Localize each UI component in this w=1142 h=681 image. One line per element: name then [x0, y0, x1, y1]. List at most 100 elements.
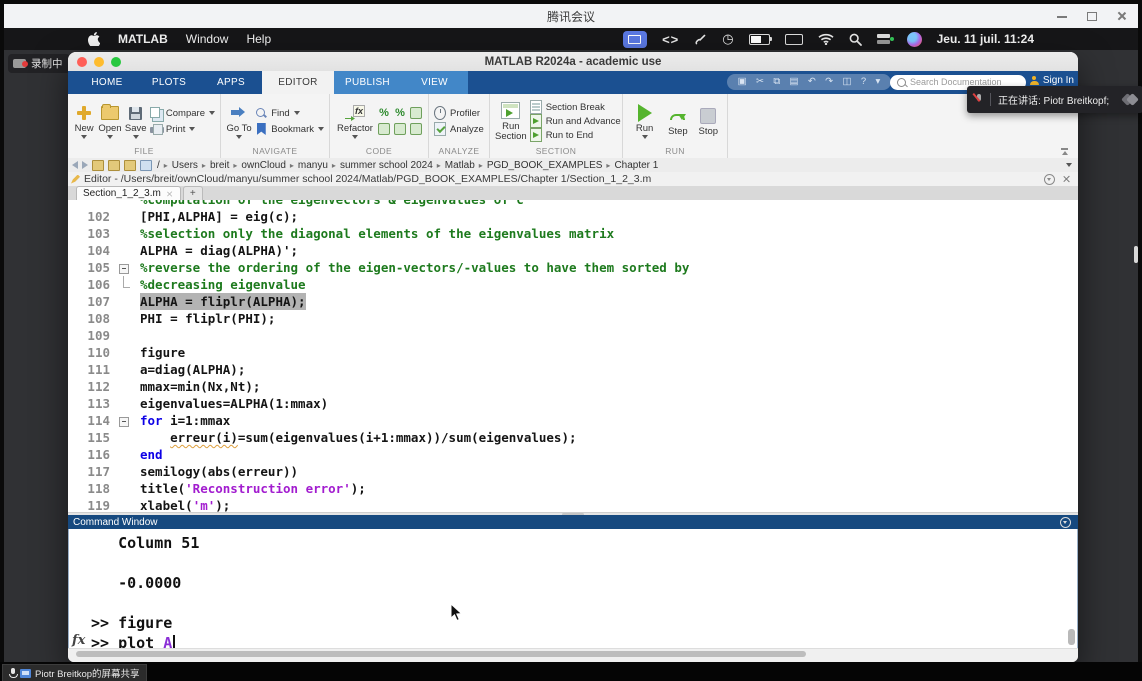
menubar-app-name[interactable]: MATLAB — [118, 32, 168, 46]
goto-button[interactable]: Go To — [226, 103, 252, 139]
code-line[interactable]: 113eigenvalues=ALPHA(1:mmax) — [68, 395, 1078, 412]
smart-indent-icon[interactable] — [378, 123, 390, 135]
comment-wrap-icon[interactable]: % — [394, 107, 406, 119]
code-line[interactable]: 110figure — [68, 344, 1078, 361]
code-line[interactable]: 115 erreur(i)=sum(eigenvalues(i+1:mmax))… — [68, 429, 1078, 446]
screen-sharing-status-icon[interactable] — [623, 31, 647, 48]
breadcrumb-item[interactable]: / — [157, 160, 160, 171]
undo-icon[interactable]: ↶ — [808, 77, 816, 87]
breadcrumb-item[interactable]: Users — [172, 160, 198, 171]
stop-button[interactable]: Stop — [695, 106, 722, 137]
indent-right-icon[interactable] — [410, 123, 422, 135]
code-line[interactable]: 108PHI = fliplr(PHI); — [68, 310, 1078, 327]
hscrollbar-thumb[interactable] — [76, 651, 806, 657]
profiler-button[interactable]: Profiler — [434, 107, 484, 119]
sign-in-button[interactable]: Sign In — [1030, 75, 1074, 86]
code-line[interactable]: 117semilogy(abs(erreur)) — [68, 463, 1078, 480]
refactor-button[interactable]: Refactor — [335, 103, 375, 139]
scrollbar-fragment[interactable] — [1134, 246, 1138, 263]
step-button[interactable]: Step — [664, 106, 691, 137]
collapse-toolstrip-icon[interactable] — [1061, 148, 1070, 154]
cut-icon[interactable]: ✂ — [756, 77, 764, 87]
search-icon[interactable] — [849, 31, 862, 47]
breadcrumb-item[interactable]: Chapter 1 — [614, 160, 658, 171]
breadcrumb-item[interactable]: PGD_BOOK_EXAMPLES — [487, 160, 603, 171]
command-window-header[interactable]: Command Window — [68, 515, 1078, 529]
code-line[interactable]: 119xlabel('m'); — [68, 497, 1078, 512]
analyze-button[interactable]: Analyze — [434, 123, 484, 135]
comment-icon[interactable]: % — [378, 107, 390, 119]
editor-close-icon[interactable] — [1063, 175, 1071, 183]
indent-icon[interactable] — [410, 107, 422, 119]
siri-icon[interactable] — [907, 32, 922, 47]
command-window-vscrollbar[interactable] — [1068, 629, 1075, 645]
phone-icon[interactable] — [694, 31, 707, 47]
fold-marker-icon[interactable] — [110, 259, 140, 276]
save-icon[interactable]: ▣ — [738, 77, 747, 87]
file-tab-section-1-2-3[interactable]: Section_1_2_3.m — [76, 186, 181, 200]
ribbon-tab-view[interactable]: VIEW — [401, 71, 468, 94]
up-folder-icon[interactable] — [92, 160, 104, 171]
tab-close-icon[interactable] — [167, 190, 173, 196]
maximize-icon[interactable] — [1086, 10, 1098, 22]
menubar-clock[interactable]: Jeu. 11 juil. 11:24 — [937, 32, 1034, 46]
editor-actions-icon[interactable] — [1044, 174, 1055, 185]
matlab-titlebar[interactable]: MATLAB R2024a - academic use — [68, 52, 1078, 72]
code-line[interactable]: 116end — [68, 446, 1078, 463]
code-editor[interactable]: %computation of the eigenvectors & eigen… — [68, 200, 1078, 512]
code-line[interactable]: 112mmax=min(Nx,Nt); — [68, 378, 1078, 395]
wifi-icon[interactable] — [818, 31, 834, 47]
print-button[interactable]: Print — [150, 123, 215, 135]
section-break-button[interactable]: Section Break — [530, 101, 621, 113]
run-section-button[interactable]: Run Section — [495, 101, 527, 142]
ribbon-tab-plots[interactable]: PLOTS — [138, 71, 200, 94]
breadcrumb-item[interactable]: ownCloud — [241, 160, 285, 171]
ribbon-tab-home[interactable]: HOME — [76, 71, 138, 94]
code-line[interactable]: 105%reverse the ordering of the eigen-ve… — [68, 259, 1078, 276]
keyboard-icon[interactable] — [785, 34, 803, 45]
code-line[interactable]: 118title('Reconstruction error'); — [68, 480, 1078, 497]
code-line[interactable]: 107ALPHA = fliplr(ALPHA); — [68, 293, 1078, 310]
code-line[interactable]: %computation of the eigenvectors & eigen… — [68, 200, 1078, 208]
back-icon[interactable] — [72, 161, 78, 169]
command-prompt-line[interactable]: >> plot A — [91, 633, 1063, 649]
breadcrumb-item[interactable]: manyu — [298, 160, 328, 171]
paste-icon[interactable]: ▤ — [790, 77, 799, 87]
command-window-actions-icon[interactable] — [1060, 517, 1071, 528]
apple-logo-icon[interactable] — [88, 31, 100, 47]
new-folder-icon[interactable] — [108, 160, 120, 171]
code-line[interactable]: 109 — [68, 327, 1078, 344]
save-button[interactable]: Save — [125, 103, 147, 139]
forward-icon[interactable] — [82, 161, 88, 169]
breadcrumb-dropdown-icon[interactable] — [1066, 163, 1072, 167]
screen-share-banner[interactable]: Piotr Breitkop的屏幕共享 — [2, 664, 147, 681]
ribbon-tab-editor[interactable]: EDITOR — [262, 71, 334, 94]
print-icon[interactable]: ◫ — [843, 77, 852, 87]
fold-marker-icon[interactable] — [110, 412, 140, 429]
compare-button[interactable]: Compare — [150, 107, 215, 119]
code-line[interactable]: 111a=diag(ALPHA); — [68, 361, 1078, 378]
battery-icon[interactable] — [749, 34, 770, 45]
code-line[interactable]: 114for i=1:mmax — [68, 412, 1078, 429]
run-and-advance-button[interactable]: Run and Advance — [530, 115, 621, 127]
run-to-end-button[interactable]: Run to End — [530, 129, 621, 141]
open-button[interactable]: Open — [98, 103, 121, 139]
find-button[interactable]: Find — [255, 107, 324, 119]
ribbon-tab-apps[interactable]: APPS — [200, 71, 262, 94]
breadcrumb-item[interactable]: Matlab — [445, 160, 475, 171]
ribbon-tab-publish[interactable]: PUBLISH — [334, 71, 401, 94]
breadcrumb-item[interactable]: breit — [210, 160, 229, 171]
run-button[interactable]: Run — [628, 103, 661, 139]
chevron-down-icon[interactable]: ▾ — [876, 77, 881, 87]
display-mirroring-icon[interactable] — [877, 34, 892, 44]
new-tab-button[interactable]: + — [183, 186, 203, 200]
time-machine-icon[interactable]: ◷ — [722, 31, 733, 47]
new-button[interactable]: New — [73, 103, 95, 139]
code-line[interactable]: 103%selection only the diagonal elements… — [68, 225, 1078, 242]
browse-folder-icon[interactable] — [124, 160, 136, 171]
menubar-item-window[interactable]: Window — [186, 32, 229, 46]
code-line[interactable]: 106%decreasing eigenvalue — [68, 276, 1078, 293]
close-icon[interactable] — [1116, 10, 1128, 22]
help-icon[interactable]: ? — [861, 77, 866, 87]
code-line[interactable]: 102[PHI,ALPHA] = eig(c); — [68, 208, 1078, 225]
